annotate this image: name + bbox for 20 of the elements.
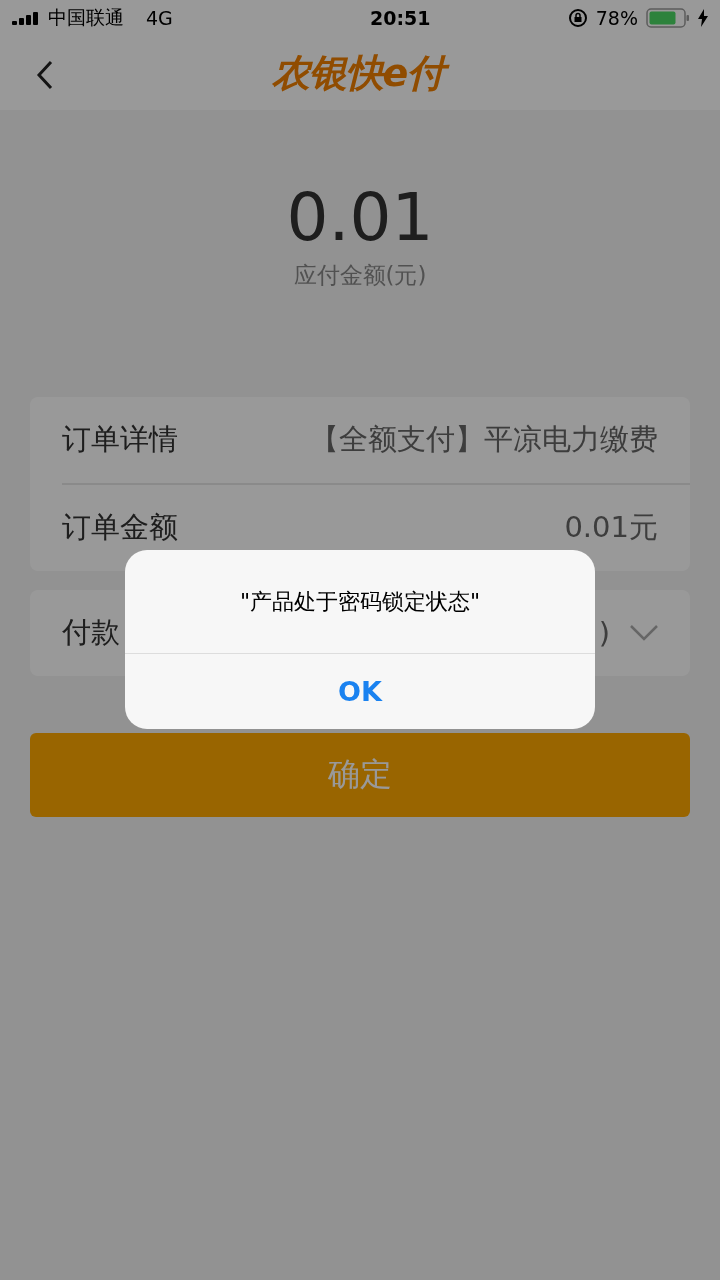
app-logo: 农银快e付 — [267, 49, 453, 97]
amount-label: 应付金额(元) — [293, 261, 427, 290]
row-value: 0.01元 — [564, 509, 658, 546]
signal-icon — [12, 11, 40, 25]
network-type: 4G — [146, 7, 173, 29]
row-label: 付款 — [62, 614, 120, 651]
status-time: 20:51 — [370, 7, 431, 29]
battery-icon — [646, 8, 690, 28]
rotation-lock-icon — [567, 8, 588, 28]
carrier-name: 中国联通 — [48, 5, 124, 30]
charging-icon — [698, 9, 708, 27]
row-label: 订单金额 — [62, 509, 178, 546]
row-label: 订单详情 — [62, 421, 178, 458]
row-value: 【全额支付】平凉电力缴费 — [310, 421, 658, 458]
back-icon[interactable] — [36, 60, 54, 90]
ok-button[interactable]: OK — [125, 654, 595, 729]
battery-percent: 78% — [595, 7, 638, 29]
payable-amount: 0.01 — [286, 180, 434, 256]
row-value: ) — [598, 616, 610, 650]
alert-message: "产品处于密码锁定状态" — [125, 550, 595, 654]
